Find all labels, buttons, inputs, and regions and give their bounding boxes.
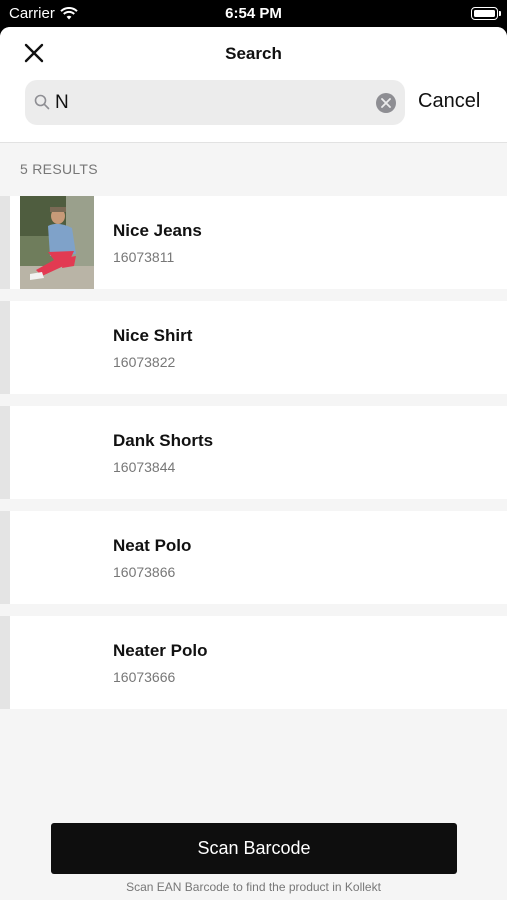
product-name: Neater Polo: [113, 641, 208, 660]
row-indicator: [0, 511, 10, 604]
product-sku: 16073666: [113, 669, 176, 685]
clear-search-button[interactable]: [376, 93, 396, 113]
product-sku: 16073822: [113, 354, 176, 370]
scan-hint: Scan EAN Barcode to find the product in …: [126, 880, 381, 894]
product-sku: 16073866: [113, 564, 176, 580]
battery-icon: [471, 7, 501, 20]
results-count: 5 RESULTS: [20, 161, 98, 177]
list-item[interactable]: Neat Polo 16073866: [0, 511, 507, 604]
search-header: Search Cancel: [0, 27, 507, 143]
row-indicator: [0, 301, 10, 394]
product-name: Nice Jeans: [113, 221, 202, 240]
search-box[interactable]: [25, 80, 405, 125]
product-name: Neat Polo: [113, 536, 192, 555]
search-icon: [34, 94, 50, 110]
product-thumbnail: [20, 196, 94, 289]
page-title: Search: [225, 44, 282, 63]
cancel-button[interactable]: Cancel: [418, 90, 480, 113]
clear-icon: [381, 98, 391, 108]
search-input[interactable]: [55, 80, 365, 125]
list-item[interactable]: Nice Shirt 16073822: [0, 301, 507, 394]
product-name: Nice Shirt: [113, 326, 193, 345]
product-name: Dank Shorts: [113, 431, 214, 450]
scan-barcode-button[interactable]: Scan Barcode: [51, 823, 457, 874]
row-indicator: [0, 196, 10, 289]
status-bar: Carrier 6:54 PM: [0, 0, 507, 27]
product-sku: 16073811: [113, 249, 175, 265]
row-indicator: [0, 616, 10, 709]
list-item[interactable]: Dank Shorts 16073844: [0, 406, 507, 499]
product-sku: 16073844: [113, 459, 176, 475]
list-item[interactable]: Neater Polo 16073666: [0, 616, 507, 709]
row-indicator: [0, 406, 10, 499]
list-item[interactable]: Nice Jeans 16073811: [0, 196, 507, 289]
status-time: 6:54 PM: [225, 5, 282, 22]
search-sheet: Search Cancel 5 RESULTS: [0, 27, 507, 900]
results-list: Nice Jeans 16073811 Nice Shirt 16073822 …: [0, 196, 507, 721]
